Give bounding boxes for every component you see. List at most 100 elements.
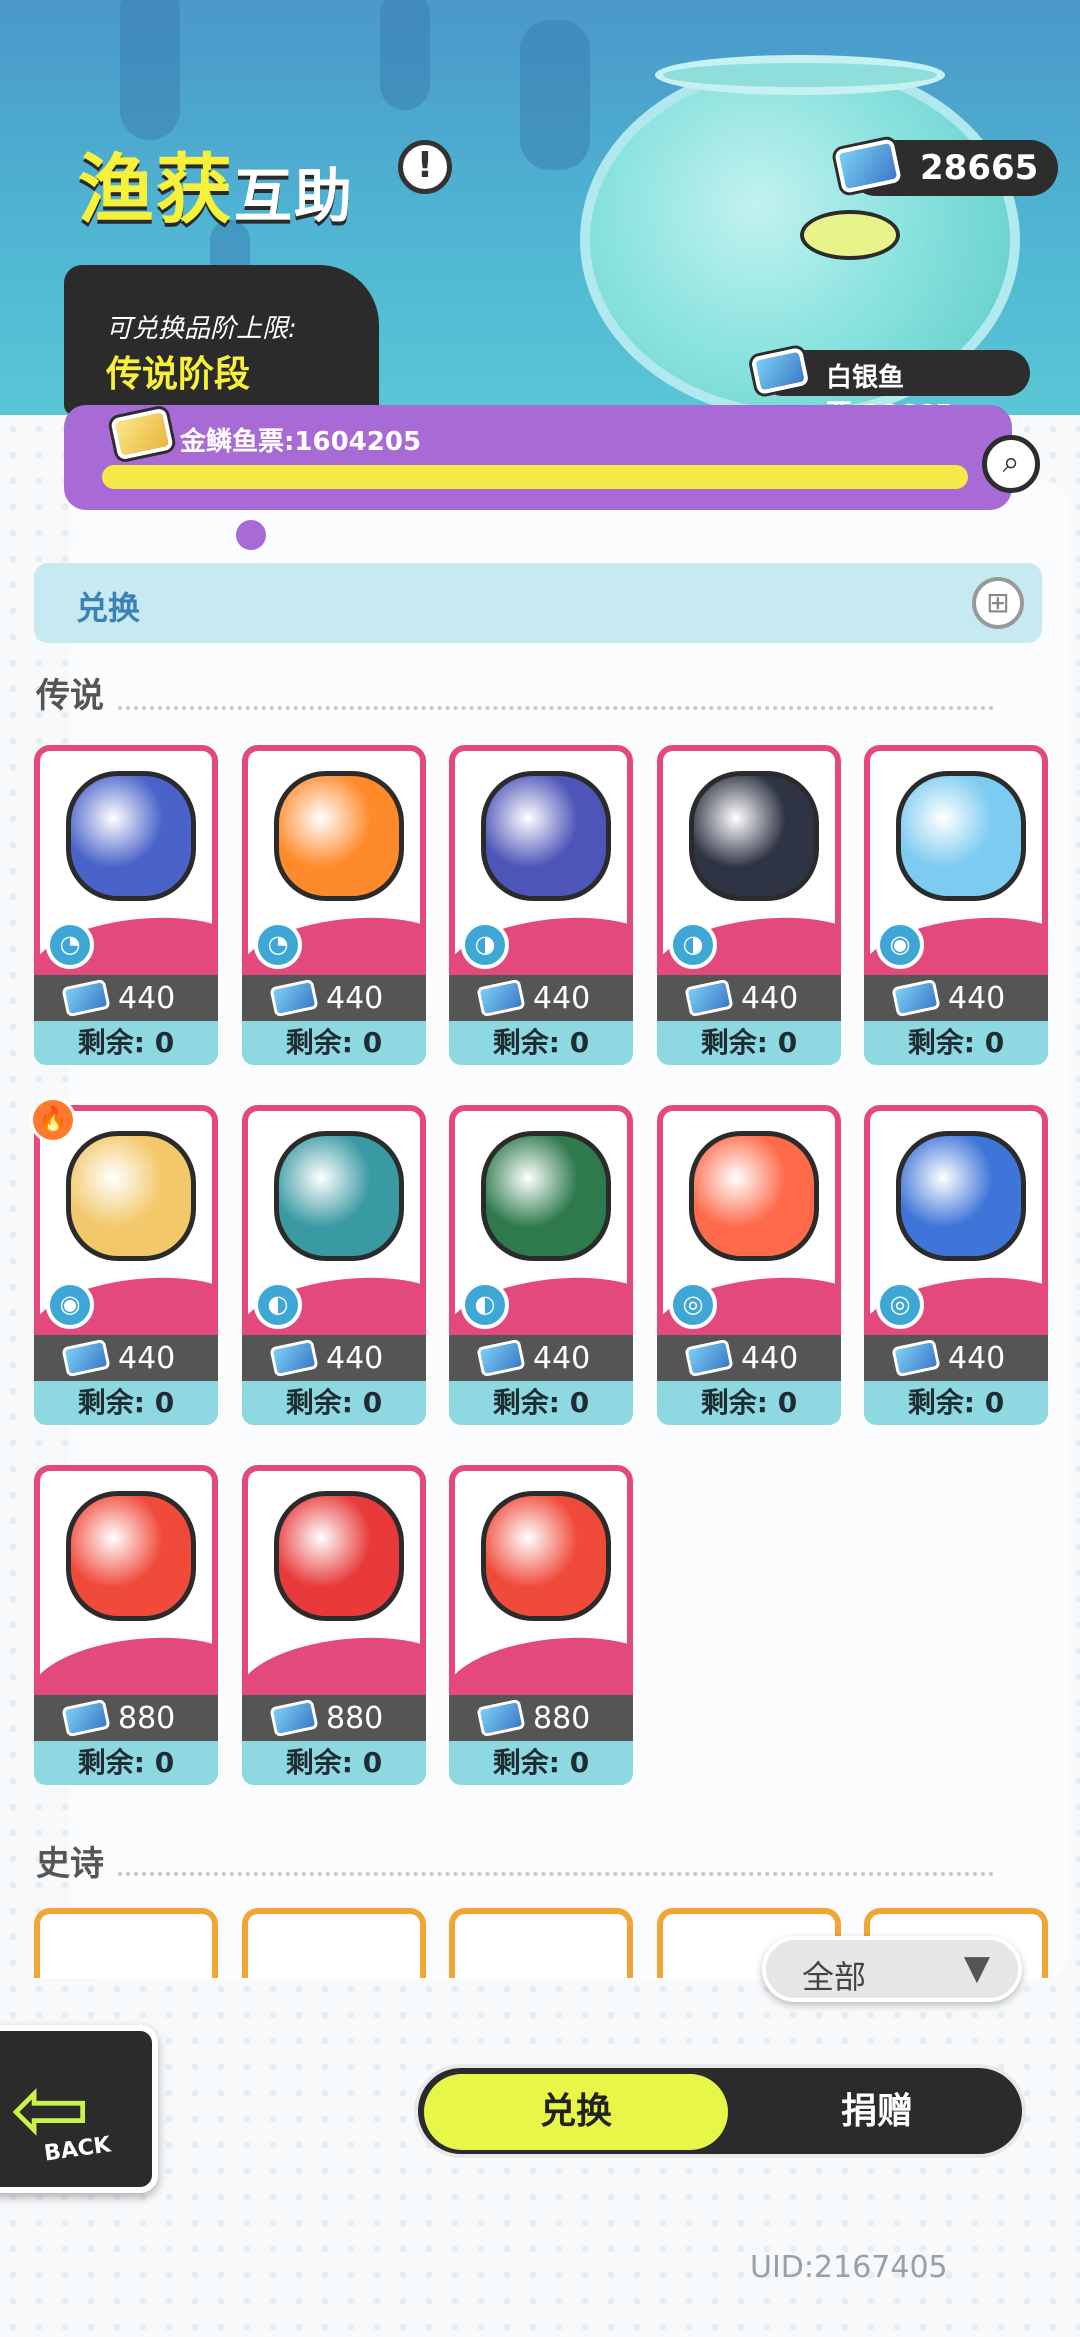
ticket-icon [269, 978, 319, 1018]
gold-ticket-panel: 金鳞鱼票:1604205 ⌕ [64, 405, 1040, 510]
bird-type-icon: ◑ [461, 921, 509, 969]
bird-type-icon: ◑ [669, 921, 717, 969]
item-price: 440 [864, 1335, 1048, 1381]
spiral-type-icon: ◎ [669, 1281, 717, 1329]
gift-icon[interactable]: ⊞ [972, 577, 1024, 629]
item-remaining: 剩余: 0 [449, 1741, 633, 1785]
item-price: 440 [242, 975, 426, 1021]
item-remaining: 剩余: 0 [449, 1021, 633, 1065]
item-remaining: 剩余: 0 [449, 1381, 633, 1425]
item-card[interactable]: ◑ 440 剩余: 0 [657, 745, 841, 1065]
item-remaining: 剩余: 0 [657, 1021, 841, 1065]
tab-donate[interactable]: 捐赠 [734, 2074, 1020, 2150]
fire-icon: 🔥 [30, 1097, 76, 1143]
exchange-label: 兑换 [76, 589, 141, 627]
item-price-value: 440 [326, 981, 384, 1016]
item-frame [34, 1465, 218, 1695]
item-art [274, 1491, 404, 1621]
item-card[interactable]: 880 剩余: 0 [242, 1465, 426, 1785]
fish-type-icon: ◔ [46, 921, 94, 969]
item-price: 880 [242, 1695, 426, 1741]
item-remaining: 剩余: 0 [864, 1381, 1048, 1425]
item-frame: ◔ [34, 745, 218, 975]
item-art [896, 771, 1026, 901]
item-art [896, 1131, 1026, 1261]
item-price-value: 440 [741, 1341, 799, 1376]
epic-card-partial[interactable] [34, 1908, 218, 1978]
item-price: 440 [34, 975, 218, 1021]
item-card[interactable]: ◐ 440 剩余: 0 [449, 1105, 633, 1425]
ticket-icon [61, 978, 111, 1018]
tab-exchange[interactable]: 兑换 [424, 2074, 728, 2150]
item-card[interactable]: ◑ 440 剩余: 0 [449, 745, 633, 1065]
egg-type-icon: ◐ [461, 1281, 509, 1329]
item-card[interactable]: ◎ 440 剩余: 0 [864, 1105, 1048, 1425]
item-price: 440 [657, 1335, 841, 1381]
gold-ticket-icon [110, 407, 174, 461]
ticket-icon [476, 978, 526, 1018]
ticket-icon [269, 1338, 319, 1378]
item-card[interactable]: 880 剩余: 0 [34, 1465, 218, 1785]
item-art [66, 1491, 196, 1621]
ticket-icon [684, 1338, 734, 1378]
ticket-icon [891, 978, 941, 1018]
item-remaining: 剩余: 0 [34, 1381, 218, 1425]
egg-type-icon: ◐ [254, 1281, 302, 1329]
item-frame [449, 1465, 633, 1695]
item-card[interactable]: ◔ 440 剩余: 0 [242, 745, 426, 1065]
item-price-value: 440 [533, 1341, 591, 1376]
item-card[interactable]: ◉ 440 剩余: 0 [864, 745, 1048, 1065]
item-remaining: 剩余: 0 [242, 1741, 426, 1785]
fishbowl-rim [655, 55, 945, 95]
item-price-value: 440 [326, 1341, 384, 1376]
item-price: 440 [34, 1335, 218, 1381]
item-frame: ◔ [242, 745, 426, 975]
item-card[interactable]: ◎ 440 剩余: 0 [657, 1105, 841, 1425]
item-card[interactable]: ◔ 440 剩余: 0 [34, 745, 218, 1065]
item-price: 440 [449, 1335, 633, 1381]
exchange-header: 兑换 ⊞ [34, 563, 1042, 643]
item-price-value: 880 [326, 1701, 384, 1736]
item-remaining: 剩余: 0 [34, 1021, 218, 1065]
fish-type-icon: ◔ [254, 921, 302, 969]
item-remaining: 剩余: 0 [242, 1381, 426, 1425]
item-art [689, 1131, 819, 1261]
epic-card-partial[interactable] [449, 1908, 633, 1978]
search-icon[interactable]: ⌕ [982, 435, 1040, 493]
filter-dropdown[interactable]: 全部 ▼ [762, 1936, 1022, 2002]
item-price: 440 [449, 975, 633, 1021]
exclamation-icon[interactable]: ! [398, 140, 452, 194]
item-art [66, 1131, 196, 1261]
item-price-value: 440 [948, 981, 1006, 1016]
blue-ticket-count: 28665 [920, 148, 1039, 188]
gold-progress-bar [102, 465, 968, 489]
item-price-value: 440 [533, 981, 591, 1016]
epic-card-partial[interactable] [242, 1908, 426, 1978]
item-card[interactable]: 880 剩余: 0 [449, 1465, 633, 1785]
ticket-icon [684, 978, 734, 1018]
item-card[interactable]: ◐ 440 剩余: 0 [242, 1105, 426, 1425]
item-remaining: 剩余: 0 [34, 1741, 218, 1785]
item-art [481, 771, 611, 901]
item-art [481, 1491, 611, 1621]
back-button[interactable]: ⇦ BACK [0, 2025, 158, 2193]
item-card[interactable]: ◉ 🔥 440 剩余: 0 [30, 1097, 218, 1425]
spiral-type-icon: ◎ [876, 1281, 924, 1329]
exchange-limit-value: 传说阶段 [106, 354, 251, 395]
item-price: 440 [657, 975, 841, 1021]
page-title: 渔获互助 [78, 128, 354, 238]
title-main: 渔获 [78, 145, 234, 234]
title-sub: 互助 [234, 162, 355, 230]
item-price-value: 440 [118, 981, 176, 1016]
item-remaining: 剩余: 0 [657, 1381, 841, 1425]
gold-ticket-text: 金鳞鱼票:1604205 [180, 427, 422, 457]
item-frame: ◑ [449, 745, 633, 975]
item-art [689, 771, 819, 901]
item-frame: ◐ [449, 1105, 633, 1335]
item-frame: ◑ [657, 745, 841, 975]
item-remaining: 剩余: 0 [864, 1021, 1048, 1065]
exchange-limit-label: 可兑换品阶上限: [106, 314, 297, 344]
item-art [481, 1131, 611, 1261]
silver-ticket-badge: 白银鱼票:28665 [750, 347, 1030, 430]
gold-progress-fill [102, 465, 968, 489]
